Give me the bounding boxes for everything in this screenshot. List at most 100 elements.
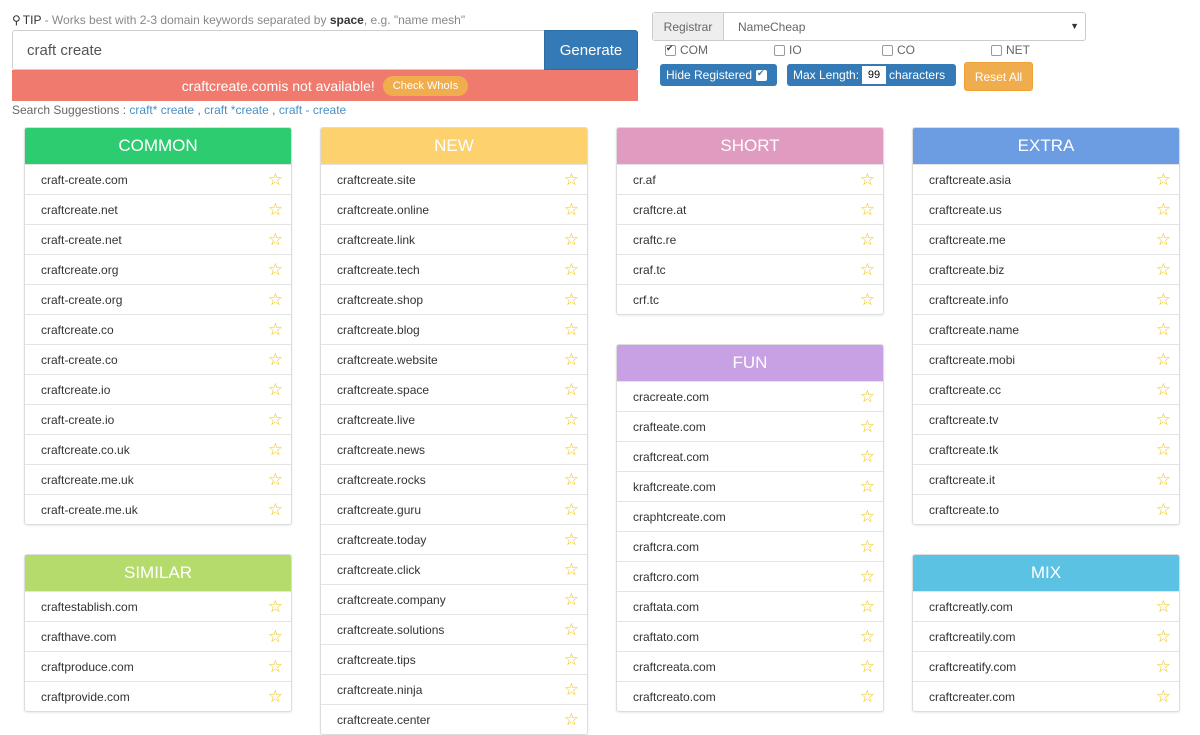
star-icon[interactable]: ☆ bbox=[860, 658, 875, 675]
domain-item[interactable]: craftcreater.com ☆ bbox=[913, 681, 1179, 711]
domain-item[interactable]: craftcreate.today ☆ bbox=[321, 524, 587, 554]
star-icon[interactable]: ☆ bbox=[268, 381, 283, 398]
domain-item[interactable]: craftcreate.tips ☆ bbox=[321, 644, 587, 674]
suggestion-link[interactable]: craft - create bbox=[279, 103, 346, 117]
star-icon[interactable]: ☆ bbox=[564, 441, 579, 458]
star-icon[interactable]: ☆ bbox=[1156, 598, 1171, 615]
tld-io[interactable]: IO bbox=[774, 43, 802, 57]
checkbox-hide-registered[interactable] bbox=[756, 68, 768, 81]
domain-item[interactable]: craftcreate.mobi ☆ bbox=[913, 344, 1179, 374]
star-icon[interactable]: ☆ bbox=[564, 681, 579, 698]
domain-item[interactable]: cr.af ☆ bbox=[617, 164, 883, 194]
suggestion-link[interactable]: craft* create bbox=[129, 103, 194, 117]
star-icon[interactable]: ☆ bbox=[860, 598, 875, 615]
domain-item[interactable]: craftcreate.cc ☆ bbox=[913, 374, 1179, 404]
star-icon[interactable]: ☆ bbox=[860, 171, 875, 188]
domain-item[interactable]: craftcreate.center ☆ bbox=[321, 704, 587, 734]
domain-item[interactable]: craftcreate.click ☆ bbox=[321, 554, 587, 584]
star-icon[interactable]: ☆ bbox=[860, 231, 875, 248]
domain-item[interactable]: craftc.re ☆ bbox=[617, 224, 883, 254]
star-icon[interactable]: ☆ bbox=[564, 171, 579, 188]
star-icon[interactable]: ☆ bbox=[1156, 231, 1171, 248]
star-icon[interactable]: ☆ bbox=[1156, 501, 1171, 518]
generate-button[interactable]: Generate bbox=[544, 30, 638, 70]
star-icon[interactable]: ☆ bbox=[564, 501, 579, 518]
checkbox-io[interactable] bbox=[774, 44, 785, 56]
checkbox-net[interactable] bbox=[991, 44, 1002, 56]
domain-item[interactable]: craftcreate.space ☆ bbox=[321, 374, 587, 404]
star-icon[interactable]: ☆ bbox=[1156, 688, 1171, 705]
domain-item[interactable]: crafteate.com ☆ bbox=[617, 411, 883, 441]
domain-item[interactable]: craftcreate.it ☆ bbox=[913, 464, 1179, 494]
star-icon[interactable]: ☆ bbox=[1156, 411, 1171, 428]
star-icon[interactable]: ☆ bbox=[564, 351, 579, 368]
star-icon[interactable]: ☆ bbox=[1156, 471, 1171, 488]
domain-item[interactable]: craftcreate.co ☆ bbox=[25, 314, 291, 344]
domain-item[interactable]: craftcreate.info ☆ bbox=[913, 284, 1179, 314]
star-icon[interactable]: ☆ bbox=[1156, 201, 1171, 218]
domain-item[interactable]: craftcreate.shop ☆ bbox=[321, 284, 587, 314]
checkbox-co[interactable] bbox=[882, 44, 893, 56]
domain-item[interactable]: craftcreate.rocks ☆ bbox=[321, 464, 587, 494]
star-icon[interactable]: ☆ bbox=[860, 261, 875, 278]
star-icon[interactable]: ☆ bbox=[1156, 381, 1171, 398]
domain-item[interactable]: craftcreate.link ☆ bbox=[321, 224, 587, 254]
star-icon[interactable]: ☆ bbox=[860, 478, 875, 495]
star-icon[interactable]: ☆ bbox=[268, 351, 283, 368]
star-icon[interactable]: ☆ bbox=[268, 501, 283, 518]
star-icon[interactable]: ☆ bbox=[860, 291, 875, 308]
domain-item[interactable]: craftcreate.ninja ☆ bbox=[321, 674, 587, 704]
star-icon[interactable]: ☆ bbox=[1156, 321, 1171, 338]
star-icon[interactable]: ☆ bbox=[564, 201, 579, 218]
domain-item[interactable]: craftcreate.me.uk ☆ bbox=[25, 464, 291, 494]
star-icon[interactable]: ☆ bbox=[564, 561, 579, 578]
domain-item[interactable]: craftcreate.online ☆ bbox=[321, 194, 587, 224]
domain-item[interactable]: craftcreate.tech ☆ bbox=[321, 254, 587, 284]
domain-item[interactable]: craftcreato.com ☆ bbox=[617, 681, 883, 711]
domain-item[interactable]: craftcreate.live ☆ bbox=[321, 404, 587, 434]
star-icon[interactable]: ☆ bbox=[564, 591, 579, 608]
domain-item[interactable]: craftato.com ☆ bbox=[617, 621, 883, 651]
star-icon[interactable]: ☆ bbox=[860, 388, 875, 405]
domain-item[interactable]: craftcreate.org ☆ bbox=[25, 254, 291, 284]
domain-item[interactable]: crf.tc ☆ bbox=[617, 284, 883, 314]
domain-item[interactable]: craftproduce.com ☆ bbox=[25, 651, 291, 681]
star-icon[interactable]: ☆ bbox=[564, 531, 579, 548]
star-icon[interactable]: ☆ bbox=[268, 171, 283, 188]
domain-item[interactable]: craftcreate.me ☆ bbox=[913, 224, 1179, 254]
domain-item[interactable]: craftcreate.company ☆ bbox=[321, 584, 587, 614]
domain-item[interactable]: craftcreate.io ☆ bbox=[25, 374, 291, 404]
star-icon[interactable]: ☆ bbox=[564, 231, 579, 248]
suggestion-link[interactable]: craft *create bbox=[204, 103, 269, 117]
star-icon[interactable]: ☆ bbox=[1156, 171, 1171, 188]
domain-item[interactable]: craftcreate.site ☆ bbox=[321, 164, 587, 194]
domain-item[interactable]: craftprovide.com ☆ bbox=[25, 681, 291, 711]
star-icon[interactable]: ☆ bbox=[564, 411, 579, 428]
star-icon[interactable]: ☆ bbox=[564, 381, 579, 398]
star-icon[interactable]: ☆ bbox=[268, 441, 283, 458]
domain-item[interactable]: craftcreate.news ☆ bbox=[321, 434, 587, 464]
domain-item[interactable]: craft-create.org ☆ bbox=[25, 284, 291, 314]
domain-item[interactable]: cracreate.com ☆ bbox=[617, 381, 883, 411]
domain-item[interactable]: craftcreate.co.uk ☆ bbox=[25, 434, 291, 464]
star-icon[interactable]: ☆ bbox=[1156, 628, 1171, 645]
domain-item[interactable]: craftcreatly.com ☆ bbox=[913, 591, 1179, 621]
domain-item[interactable]: craftcreate.guru ☆ bbox=[321, 494, 587, 524]
star-icon[interactable]: ☆ bbox=[860, 628, 875, 645]
domain-item[interactable]: craftcreate.tk ☆ bbox=[913, 434, 1179, 464]
star-icon[interactable]: ☆ bbox=[564, 321, 579, 338]
star-icon[interactable]: ☆ bbox=[564, 621, 579, 638]
domain-item[interactable]: craftcreate.asia ☆ bbox=[913, 164, 1179, 194]
domain-item[interactable]: craftcreate.net ☆ bbox=[25, 194, 291, 224]
domain-item[interactable]: craft-create.io ☆ bbox=[25, 404, 291, 434]
star-icon[interactable]: ☆ bbox=[564, 261, 579, 278]
max-length-input[interactable] bbox=[862, 66, 887, 84]
domain-item[interactable]: craftestablish.com ☆ bbox=[25, 591, 291, 621]
domain-item[interactable]: craftcreat.com ☆ bbox=[617, 441, 883, 471]
domain-item[interactable]: crafthave.com ☆ bbox=[25, 621, 291, 651]
star-icon[interactable]: ☆ bbox=[564, 651, 579, 668]
domain-item[interactable]: craftcreate.us ☆ bbox=[913, 194, 1179, 224]
star-icon[interactable]: ☆ bbox=[860, 688, 875, 705]
hide-registered-toggle[interactable]: Hide Registered bbox=[660, 64, 777, 86]
tld-co[interactable]: CO bbox=[882, 43, 915, 57]
